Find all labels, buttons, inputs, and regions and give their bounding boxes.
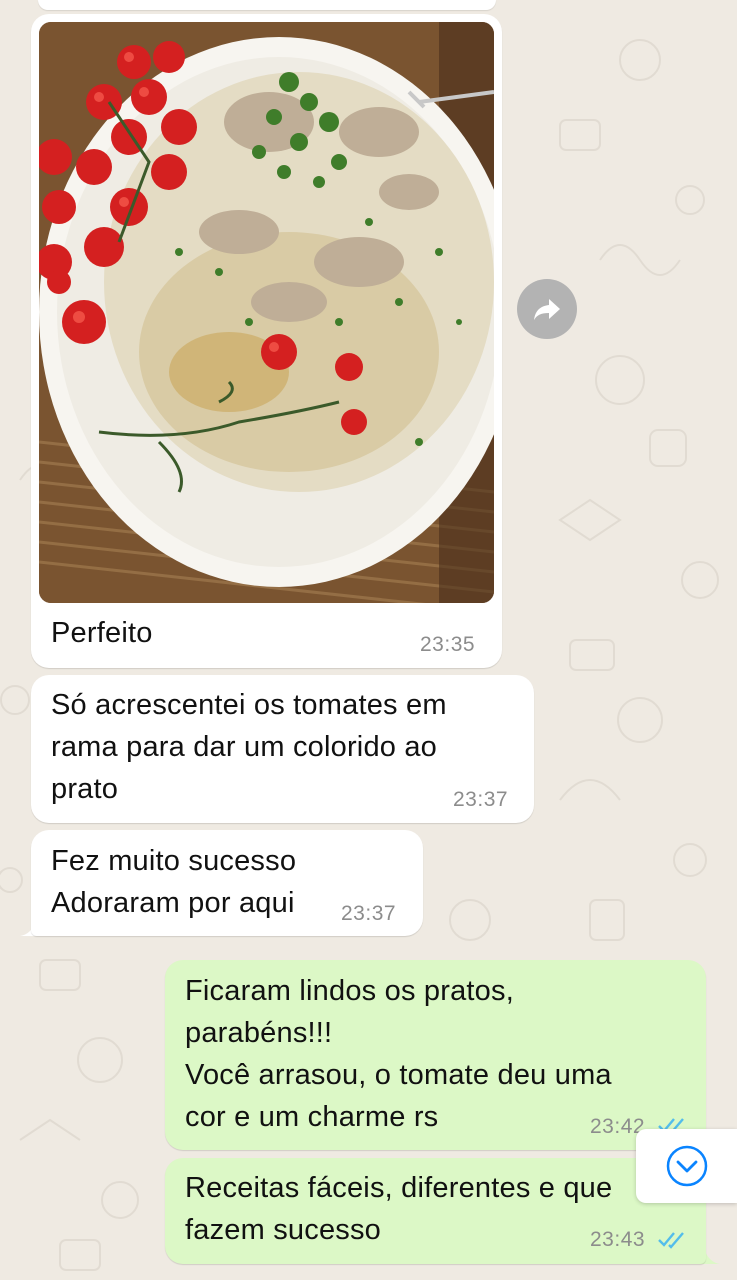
previous-message-edge — [38, 0, 496, 10]
message-text: Fez muito sucesso Adoraram por aqui — [51, 845, 297, 919]
forward-arrow-icon — [534, 299, 560, 320]
message-time: 23:37 — [341, 902, 397, 925]
message-text: Ficaram lindos os pratos, parabéns!!! Vo… — [185, 975, 612, 1133]
chevron-down-icon — [666, 1145, 707, 1187]
message-time: 23:35 — [420, 633, 476, 656]
message-time: 23:43 — [590, 1228, 646, 1251]
scroll-to-bottom-button[interactable] — [636, 1129, 737, 1203]
message-time: 23:37 — [453, 788, 509, 811]
image-caption: Perfeito — [51, 617, 153, 649]
message-text: Receitas fáceis, diferentes e que fazem … — [185, 1172, 613, 1246]
message-text: Só acrescentei os tomates em rama para d… — [51, 689, 447, 805]
food-photo-image — [39, 22, 494, 603]
forward-button[interactable] — [517, 279, 577, 339]
double-check-icon — [658, 1232, 684, 1249]
food-photo[interactable] — [39, 22, 494, 603]
